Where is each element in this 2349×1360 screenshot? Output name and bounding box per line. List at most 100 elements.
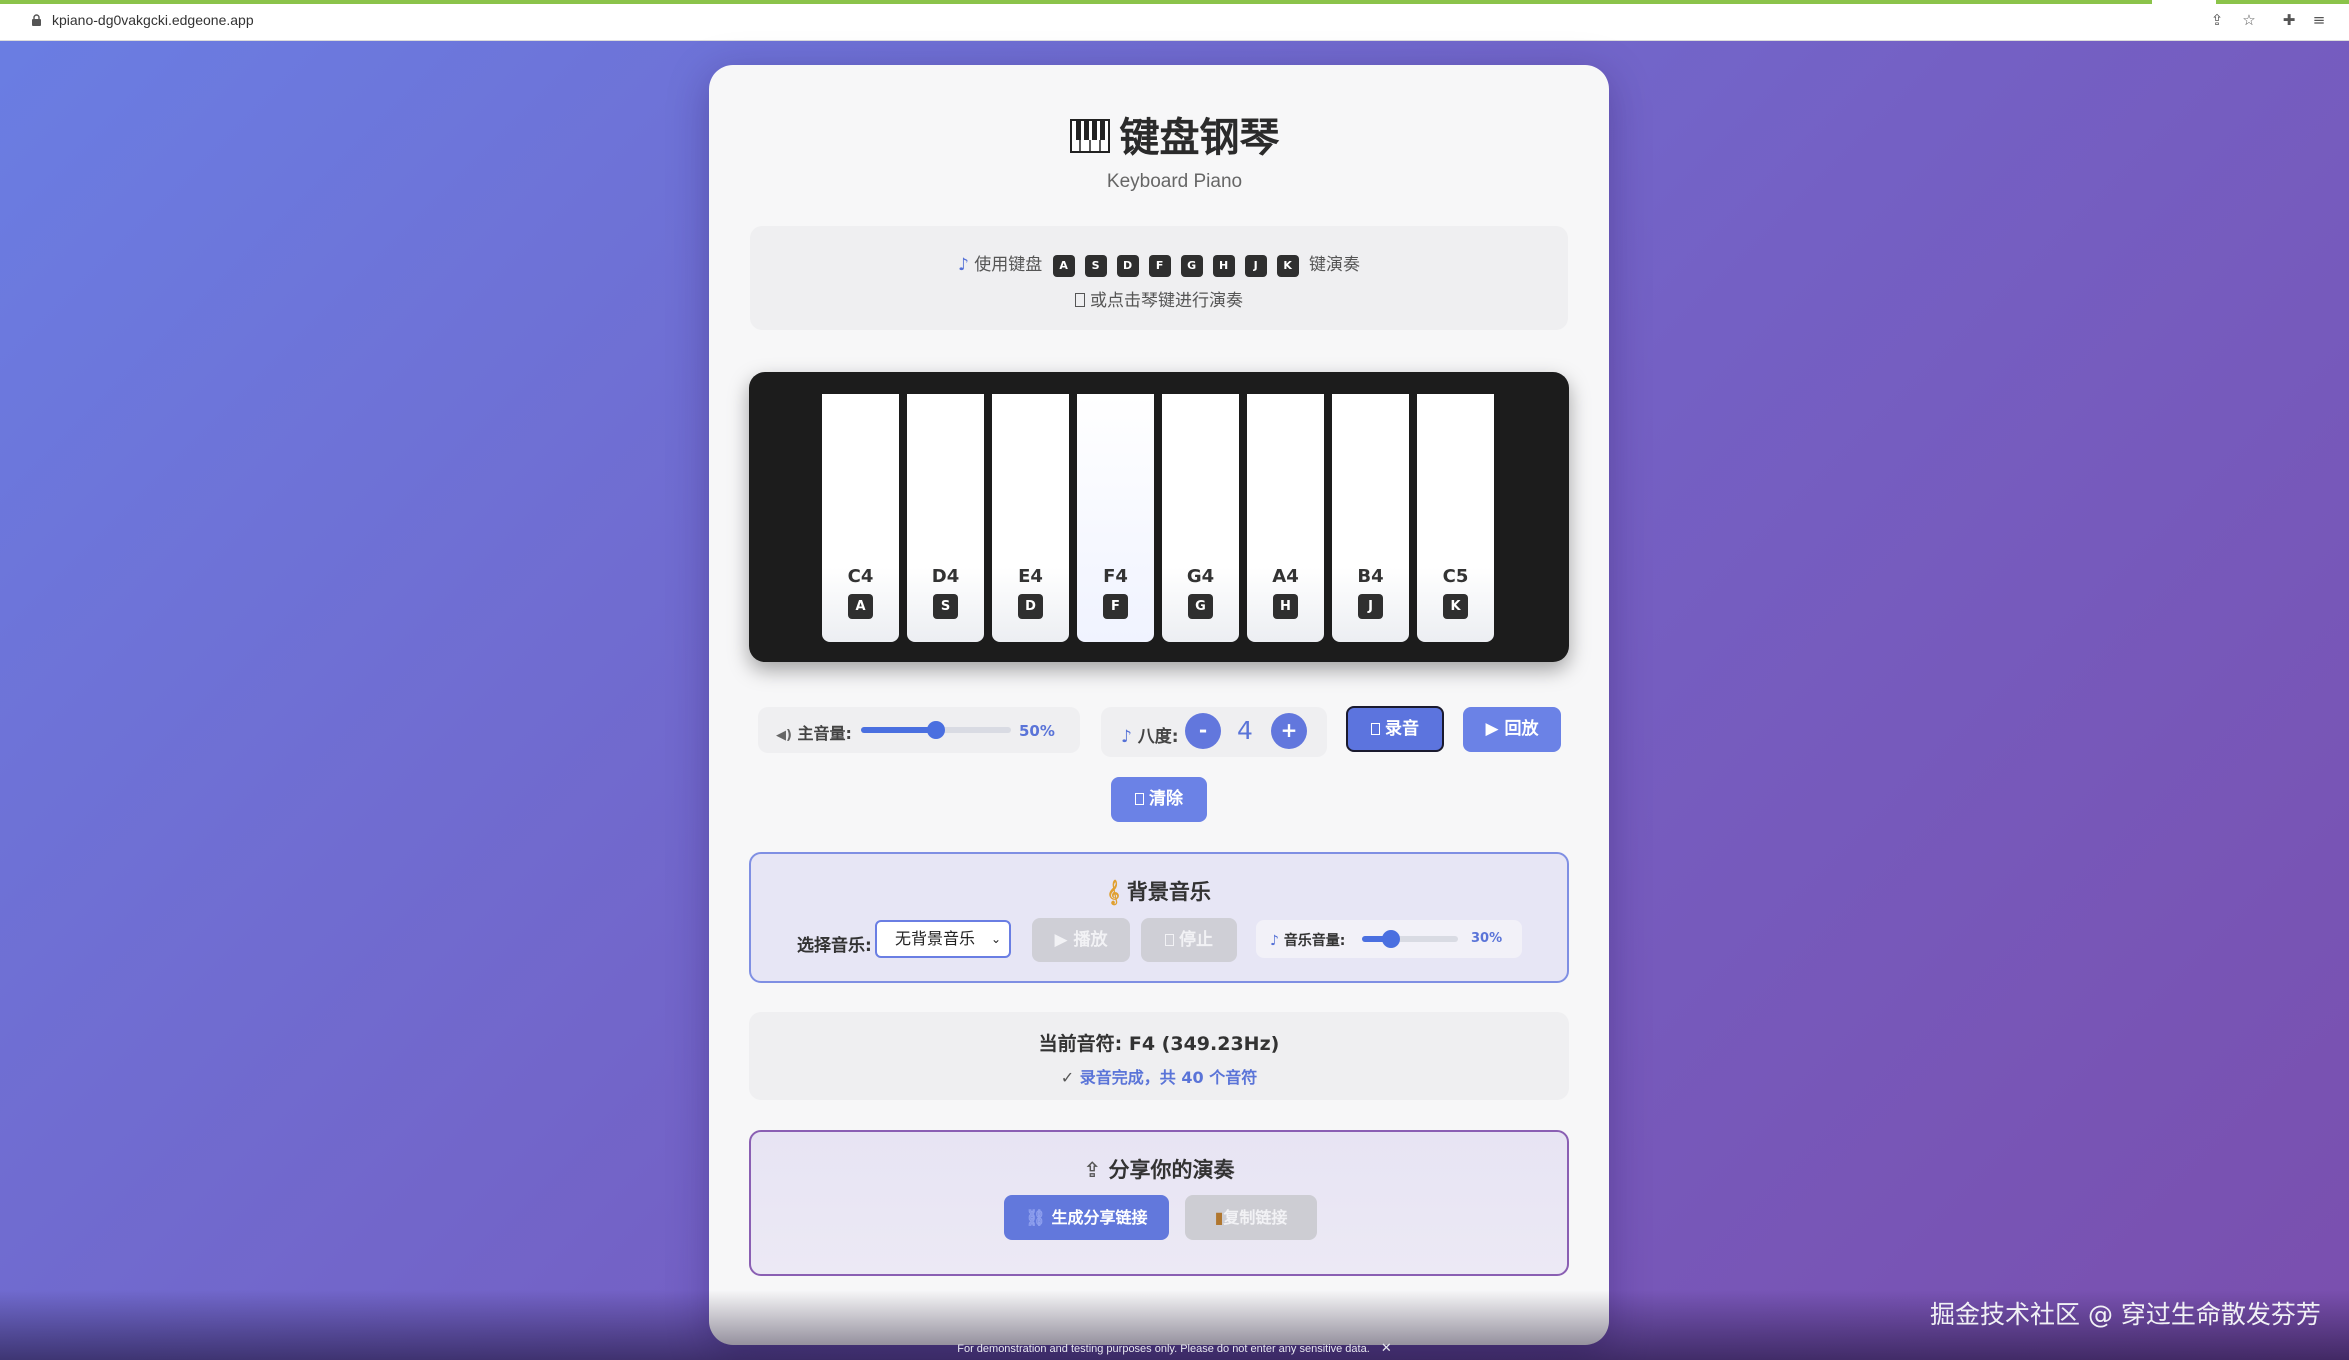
piano-key-note-label: E4 (1018, 566, 1043, 587)
octave-increase-button[interactable]: + (1271, 713, 1307, 749)
key-hint-list: ASDFGHJK (1048, 255, 1304, 277)
speaker-icon: ◀) (776, 728, 792, 743)
key-hint-f: F (1148, 255, 1171, 277)
octave-label: ♪ 八度: (1121, 727, 1179, 747)
page-load-progress-right (2216, 0, 2349, 4)
music-note-icon: ♪ (1270, 933, 1279, 949)
piano-key-b4[interactable]: B4 J (1332, 394, 1409, 642)
piano-key-note-label: D4 (931, 566, 960, 587)
piano-key-note-label: C4 (847, 566, 874, 587)
instructions-click: 或点击琴键进行演奏 (750, 286, 1568, 311)
generate-share-link-button[interactable]: ⛓ 生成分享链接 (1004, 1195, 1169, 1240)
demo-notice: For demonstration and testing purposes o… (957, 1340, 1392, 1355)
share-icon[interactable]: ⇪ (2208, 11, 2226, 29)
instructions-prefix: 使用键盘 (974, 255, 1043, 275)
instructions-suffix: 键演奏 (1309, 255, 1361, 275)
key-hint-h: H (1212, 255, 1235, 277)
piano-key-f4[interactable]: F4 F (1077, 394, 1154, 642)
bgm-selected-option: 无背景音乐 (895, 929, 976, 948)
background-music-panel: 𝄞 背景音乐 选择音乐: 无背景音乐 ⌄ ▶ 播放 停止 ♪ 音乐音量: 30% (749, 852, 1569, 983)
octave-value: 4 (1237, 716, 1253, 745)
instructions-line2: 或点击琴键进行演奏 (1090, 291, 1243, 311)
bookmark-star-icon[interactable]: ☆ (2240, 11, 2258, 29)
octave-control: ♪ 八度: - 4 + (1101, 707, 1327, 757)
status-panel: 当前音符: F4 (349.23Hz) ✓ 录音完成，共 40 个音符 (749, 1012, 1569, 1100)
page-subtitle: Keyboard Piano (1106, 171, 1243, 192)
key-hint-k: K (1276, 255, 1299, 277)
bgm-stop-button[interactable]: 停止 (1141, 918, 1237, 962)
music-volume-label: ♪ 音乐音量: (1270, 933, 1346, 949)
music-note-icon: ♪ (1121, 727, 1132, 747)
reading-list-icon[interactable]: ≡ (2310, 11, 2328, 29)
piano-key-shortcut-badge: H (1273, 594, 1298, 619)
piano-key-note-label: B4 (1357, 566, 1384, 587)
music-volume-value: 30% (1471, 931, 1503, 946)
stop-icon (1165, 934, 1174, 946)
record-icon (1371, 723, 1380, 735)
master-volume-label: ◀) 主音量: (776, 724, 852, 743)
key-hint-j: J (1244, 255, 1267, 277)
piano-key-e4[interactable]: E4 D (992, 394, 1069, 642)
piano-key-note-label: G4 (1186, 566, 1215, 587)
music-volume-thumb[interactable] (1381, 930, 1400, 948)
master-volume-thumb[interactable] (927, 721, 945, 739)
piano-key-shortcut-badge: D (1018, 594, 1043, 619)
piano-key-shortcut-badge: S (933, 594, 958, 619)
piano-key-c5[interactable]: C5 K (1417, 394, 1494, 642)
piano-key-shortcut-badge: A (848, 594, 873, 619)
piano-key-c4[interactable]: C4 A (822, 394, 899, 642)
master-volume-slider[interactable] (861, 721, 1011, 739)
record-button[interactable]: 录音 (1346, 706, 1444, 752)
close-icon[interactable]: ✕ (1381, 1340, 1392, 1355)
bgm-play-button[interactable]: ▶ 播放 (1032, 918, 1130, 962)
instructions-keys: ♪ 使用键盘 ASDFGHJK 键演奏 (750, 250, 1568, 277)
piano-key-d4[interactable]: D4 S (907, 394, 984, 642)
piano-key-note-label: F4 (1103, 566, 1128, 587)
copy-link-button[interactable]: ▮复制链接 (1185, 1195, 1317, 1240)
piano-key-g4[interactable]: G4 G (1162, 394, 1239, 642)
piano-keyboard: C4 A D4 S E4 D F4 F G4 G A4 H B4 J C5 K (749, 372, 1569, 662)
current-note-display: 当前音符: F4 (349.23Hz) (1038, 1033, 1280, 1055)
link-icon: ⛓ (1025, 1208, 1046, 1227)
piano-key-shortcut-badge: F (1103, 594, 1128, 619)
piano-key-note-label: C5 (1442, 566, 1469, 587)
extensions-icon[interactable]: ✚ (2280, 11, 2298, 29)
clear-button[interactable]: 清除 (1111, 777, 1207, 822)
music-volume-slider[interactable] (1362, 930, 1458, 948)
treble-clef-icon: 𝄞 (1107, 880, 1120, 904)
key-hint-d: D (1116, 255, 1139, 277)
piano-icon (1069, 119, 1110, 153)
key-hint-a: A (1052, 255, 1075, 277)
page-title: 键盘钢琴 (0, 105, 2349, 163)
chevron-down-icon: ⌄ (990, 932, 1001, 946)
octave-decrease-button[interactable]: - (1185, 713, 1221, 749)
music-volume-control: ♪ 音乐音量: 30% (1256, 920, 1522, 958)
bgm-title: 𝄞 背景音乐 (1107, 880, 1211, 904)
browser-toolbar: kpiano-dg0vakgcki.edgeone.app ⇪ ☆ ✚ ≡ (0, 0, 2349, 41)
trash-icon (1135, 793, 1144, 805)
key-hint-s: S (1084, 255, 1107, 277)
upload-icon: ⇪ (1083, 1158, 1102, 1182)
master-volume-control: ◀) 主音量: 50% (758, 707, 1080, 753)
share-panel: ⇪ 分享你的演奏 ⛓ 生成分享链接 ▮复制链接 (749, 1130, 1569, 1276)
check-icon: ✓ (1060, 1068, 1075, 1087)
key-hint-g: G (1180, 255, 1203, 277)
piano-key-shortcut-badge: J (1358, 594, 1383, 619)
piano-key-a4[interactable]: A4 H (1247, 394, 1324, 642)
lock-icon (32, 14, 41, 26)
piano-key-shortcut-badge: K (1443, 594, 1468, 619)
piano-key-shortcut-badge: G (1188, 594, 1213, 619)
master-volume-value: 50% (1019, 722, 1055, 740)
address-bar-url[interactable]: kpiano-dg0vakgcki.edgeone.app (52, 12, 254, 28)
instructions-panel: ♪ 使用键盘 ASDFGHJK 键演奏 或点击琴键进行演奏 (750, 226, 1568, 330)
bgm-select[interactable]: 无背景音乐 ⌄ (875, 920, 1011, 958)
playback-button[interactable]: ▶ 回放 (1463, 707, 1561, 752)
share-title: ⇪ 分享你的演奏 (1083, 1158, 1235, 1182)
piano-key-note-label: A4 (1272, 566, 1299, 587)
pointer-icon (1075, 293, 1085, 307)
watermark: 掘金技术社区 @ 穿过生命散发芬芳 (1930, 1300, 2321, 1329)
master-volume-fill (861, 727, 936, 733)
bgm-select-label: 选择音乐: (797, 936, 872, 956)
page-load-progress (0, 0, 2152, 4)
music-note-icon: ♪ (957, 255, 969, 275)
